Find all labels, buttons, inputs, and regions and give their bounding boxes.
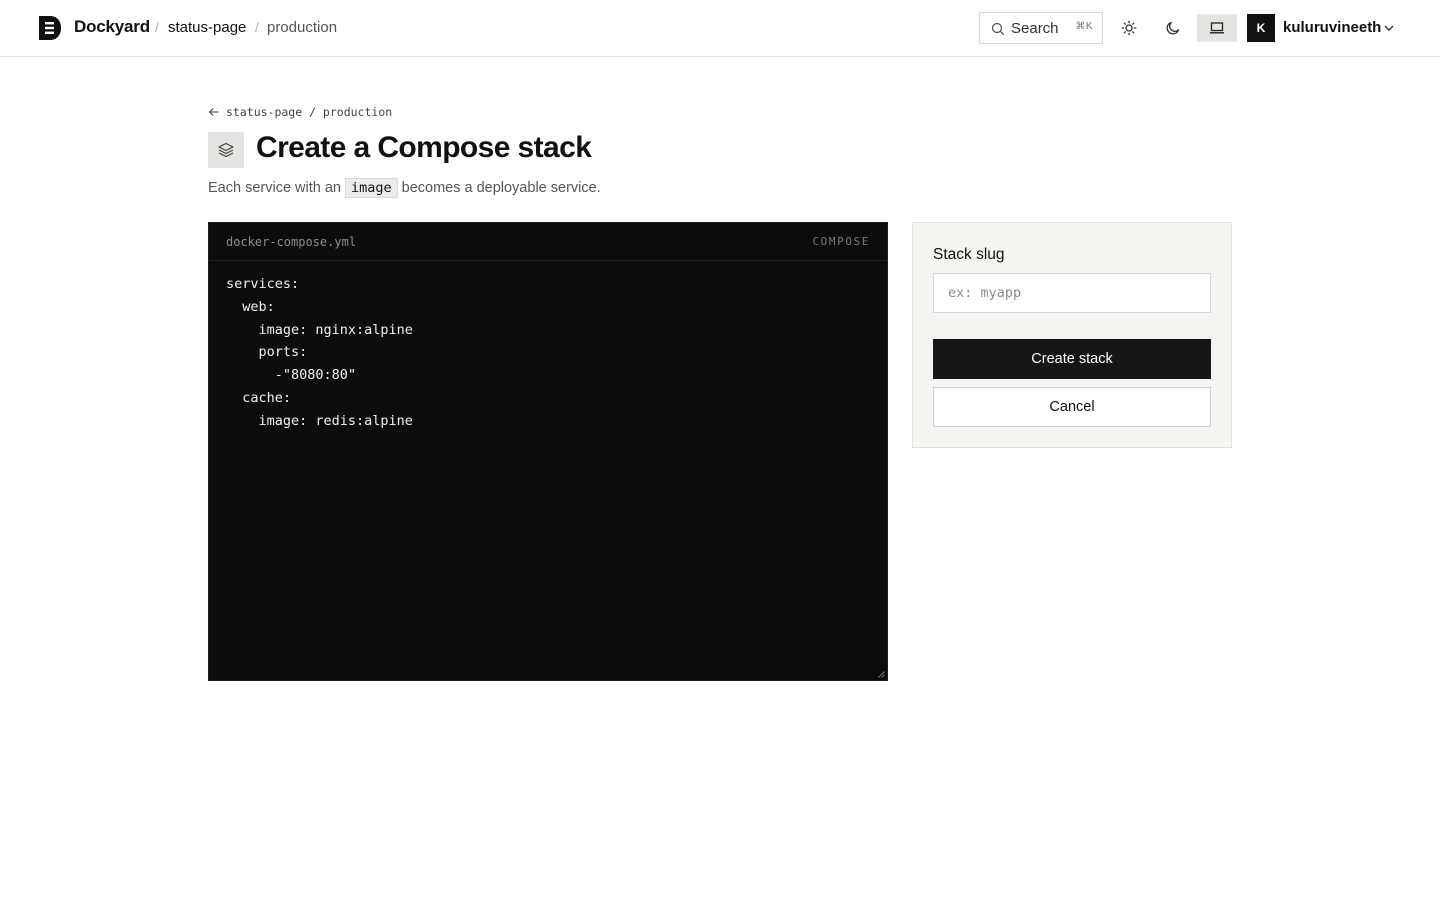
avatar[interactable]: K xyxy=(1247,14,1275,42)
subtitle-text: Each service with an xyxy=(208,180,341,196)
page-title: Create a Compose stack xyxy=(256,131,592,164)
brand-name: Dockyard xyxy=(74,17,150,36)
breadcrumb-separator: / xyxy=(155,19,159,35)
compose-editor: docker-compose.yml COMPOSE services: web… xyxy=(208,222,888,681)
create-stack-button[interactable]: Create stack xyxy=(933,339,1211,379)
layers-icon xyxy=(218,142,234,158)
compose-yaml-input[interactable]: services: web: image: nginx:alpine ports… xyxy=(226,273,866,668)
stack-form-panel: Stack slug Create stack Cancel xyxy=(912,222,1232,448)
breadcrumb-environment[interactable]: production xyxy=(267,19,337,36)
top-bar: Dockyard / status-page / production Sear… xyxy=(0,0,1440,57)
brand-link[interactable]: Dockyard xyxy=(38,15,150,41)
arrow-left-icon xyxy=(208,108,219,116)
page-title-icon xyxy=(208,132,244,168)
page-subtitle: Each service with an image becomes a dep… xyxy=(208,178,601,198)
breadcrumb-separator: / xyxy=(255,19,259,35)
back-link-label: status-page / production xyxy=(226,105,393,119)
laptop-icon xyxy=(1210,22,1224,34)
search-button[interactable]: Search ⌘K xyxy=(979,12,1103,44)
stack-slug-input[interactable] xyxy=(933,273,1211,313)
inline-code: image xyxy=(344,178,398,198)
back-link[interactable]: status-page / production xyxy=(208,105,392,119)
breadcrumb-project[interactable]: status-page xyxy=(168,19,246,36)
dockyard-logo-icon xyxy=(39,16,61,40)
theme-system-button[interactable] xyxy=(1197,14,1237,42)
editor-filename: docker-compose.yml xyxy=(226,235,357,249)
cancel-button[interactable]: Cancel xyxy=(933,387,1211,427)
search-shortcut: ⌘K xyxy=(1075,21,1093,32)
subtitle-text: becomes a deployable service. xyxy=(401,180,601,196)
stack-slug-label: Stack slug xyxy=(933,246,1005,263)
resize-handle-icon[interactable] xyxy=(877,670,885,678)
theme-dark-button[interactable] xyxy=(1153,14,1193,42)
sun-icon xyxy=(1121,20,1137,36)
moon-icon xyxy=(1166,21,1180,35)
chevron-down-icon[interactable] xyxy=(1382,21,1396,35)
search-icon xyxy=(991,22,1005,36)
theme-light-button[interactable] xyxy=(1109,14,1149,42)
editor-format-tag: COMPOSE xyxy=(812,235,870,248)
user-menu-name[interactable]: kuluruvineeth xyxy=(1283,19,1381,36)
search-label: Search xyxy=(1011,20,1059,37)
editor-header: docker-compose.yml COMPOSE xyxy=(209,223,887,261)
